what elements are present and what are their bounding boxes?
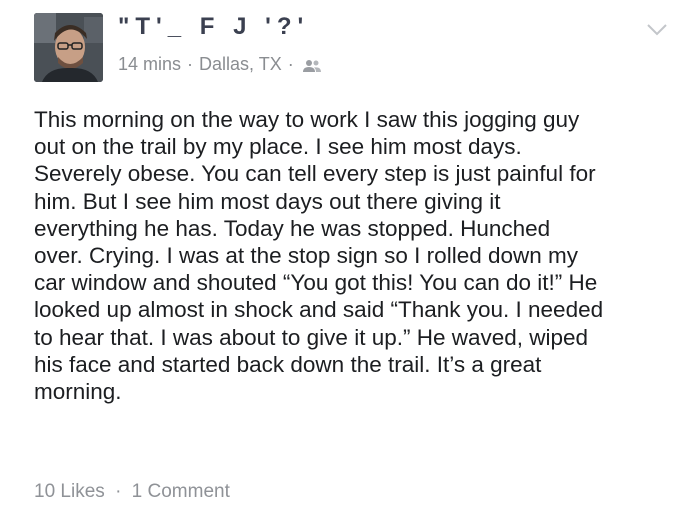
- author-name[interactable]: "T'_ F J '?': [118, 12, 309, 42]
- post-meta: 14 mins · Dallas, TX ·: [118, 52, 322, 76]
- footer-separator: ·: [115, 481, 122, 502]
- meta-separator: ·: [187, 54, 194, 74]
- friends-icon[interactable]: [302, 56, 322, 72]
- post-time[interactable]: 14 mins: [118, 52, 181, 76]
- meta-separator: ·: [287, 54, 294, 74]
- post-body: This morning on the way to work I saw th…: [34, 107, 604, 405]
- profile-photo: [34, 13, 103, 82]
- likes-count[interactable]: 10 Likes: [34, 481, 105, 502]
- post-footer: 10 Likes · 1 Comment: [34, 480, 230, 504]
- chevron-down-icon[interactable]: [646, 22, 668, 38]
- comments-count[interactable]: 1 Comment: [132, 481, 230, 502]
- avatar[interactable]: [34, 13, 103, 82]
- post-location[interactable]: Dallas, TX: [199, 52, 282, 76]
- facebook-post: "T'_ F J '?' 14 mins · Dallas, TX · This…: [0, 0, 700, 519]
